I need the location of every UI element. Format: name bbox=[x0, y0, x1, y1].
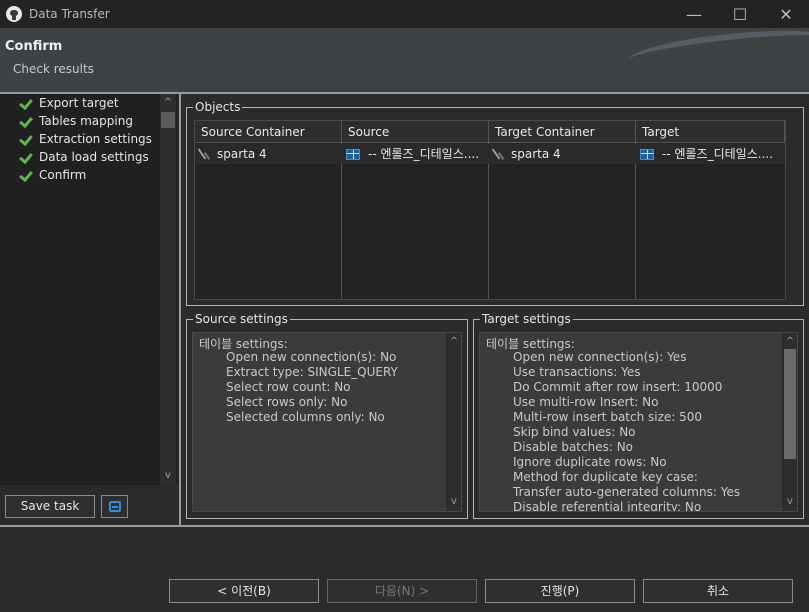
nav-item-label: Export target bbox=[39, 96, 119, 110]
source-settings-legend: Source settings bbox=[195, 312, 288, 326]
settings-line: Method for duplicate key case: bbox=[513, 470, 698, 484]
settings-line: Use multi-row Insert: No bbox=[513, 395, 659, 409]
settings-line: Do Commit after row insert: 10000 bbox=[513, 380, 723, 394]
cell-text: sparta 4 bbox=[217, 147, 267, 161]
column-header-target[interactable]: Target bbox=[636, 121, 785, 143]
nav-item-export-target[interactable]: Export target bbox=[20, 94, 119, 112]
check-icon bbox=[20, 96, 34, 110]
scroll-down-icon[interactable]: v bbox=[160, 469, 176, 483]
nav-item-confirm[interactable]: Confirm bbox=[20, 166, 86, 184]
cancel-button[interactable]: 취소 bbox=[643, 579, 793, 603]
scroll-up-icon[interactable]: ^ bbox=[160, 96, 176, 110]
wizard-header: Confirm Check results bbox=[0, 28, 809, 92]
settings-line: Disable referential integrity: No bbox=[513, 500, 702, 512]
column-header-target-container[interactable]: Target Container bbox=[489, 121, 636, 143]
settings-line: Open new connection(s): Yes bbox=[513, 350, 687, 364]
check-icon bbox=[20, 114, 34, 128]
nav-item-tables-mapping[interactable]: Tables mapping bbox=[20, 112, 133, 130]
next-button[interactable]: 다음(N) > bbox=[327, 579, 477, 603]
objects-table: Source Container Source Target Container… bbox=[194, 120, 786, 300]
source-settings-text[interactable]: 테이블 settings: Open new connection(s): No… bbox=[192, 332, 462, 512]
settings-line: Ignore duplicate rows: No bbox=[513, 455, 667, 469]
check-icon bbox=[20, 150, 34, 164]
app-logo-icon bbox=[6, 6, 22, 22]
target-settings-scrollbar[interactable]: ^ v bbox=[782, 333, 797, 511]
wizard-footer: < 이전(B) 다음(N) > 진행(P) 취소 bbox=[0, 525, 809, 612]
check-icon bbox=[20, 168, 34, 182]
settings-line: Skip bind values: No bbox=[513, 425, 636, 439]
footer-separator bbox=[0, 525, 809, 527]
nav-item-label: Data load settings bbox=[39, 150, 149, 164]
scroll-down-icon[interactable]: v bbox=[782, 495, 797, 509]
confirm-content: Objects Source Container Source Target C… bbox=[181, 94, 809, 525]
wizard-nav: Export target Tables mapping Extraction … bbox=[0, 94, 178, 485]
check-icon bbox=[20, 132, 34, 146]
table-icon bbox=[346, 148, 360, 160]
settings-line: Transfer auto-generated columns: Yes bbox=[513, 485, 741, 499]
scroll-up-icon[interactable]: ^ bbox=[782, 335, 797, 349]
table-header: Source Container Source Target Container… bbox=[195, 121, 785, 143]
settings-line: Multi-row insert batch size: 500 bbox=[513, 410, 703, 424]
column-header-source-container[interactable]: Source Container bbox=[195, 121, 342, 143]
objects-group: Objects Source Container Source Target C… bbox=[186, 100, 804, 306]
nav-item-label: Extraction settings bbox=[39, 132, 152, 146]
back-button[interactable]: < 이전(B) bbox=[169, 579, 319, 603]
objects-legend: Objects bbox=[195, 100, 241, 114]
table-icon bbox=[640, 148, 654, 160]
settings-line: Use transactions: Yes bbox=[513, 365, 641, 379]
close-button[interactable]: ✕ bbox=[763, 0, 809, 28]
scroll-thumb[interactable] bbox=[161, 112, 175, 128]
source-settings-scrollbar[interactable]: ^ v bbox=[446, 333, 461, 511]
nav-footer: Save task bbox=[0, 485, 178, 525]
settings-line: Select rows only: No bbox=[226, 395, 348, 409]
cell-target: -- 엔롤즈_디테일스.... bbox=[636, 144, 785, 164]
target-settings-legend: Target settings bbox=[482, 312, 571, 326]
scroll-up-icon[interactable]: ^ bbox=[446, 335, 461, 349]
page-title: Confirm bbox=[5, 39, 63, 54]
settings-line: Select row count: No bbox=[226, 380, 351, 394]
cell-text: -- 엔롤즈_디테일스.... bbox=[662, 147, 774, 161]
cell-text: -- 엔롤즈_디테일스.... bbox=[368, 147, 480, 161]
cell-target-container: sparta 4 bbox=[489, 144, 636, 164]
nav-item-data-load-settings[interactable]: Data load settings bbox=[20, 148, 149, 166]
header-decoration bbox=[627, 28, 809, 75]
settings-line: Disable batches: No bbox=[513, 440, 634, 454]
settings-line: Extract type: SINGLE_QUERY bbox=[226, 365, 398, 379]
proceed-button[interactable]: 진행(P) bbox=[485, 579, 635, 603]
nav-item-label: Tables mapping bbox=[39, 114, 133, 128]
settings-line: Open new connection(s): No bbox=[226, 350, 397, 364]
cell-source-container: sparta 4 bbox=[195, 144, 342, 164]
page-subtitle: Check results bbox=[13, 62, 94, 76]
target-settings-text[interactable]: 테이블 settings: Open new connection(s): Ye… bbox=[479, 332, 798, 512]
scroll-down-icon[interactable]: v bbox=[446, 495, 461, 509]
target-settings-group: Target settings 테이블 settings: Open new c… bbox=[473, 312, 804, 519]
nav-item-extraction-settings[interactable]: Extraction settings bbox=[20, 130, 152, 148]
cell-source: -- 엔롤즈_디테일스.... bbox=[342, 144, 489, 164]
save-task-button[interactable]: Save task bbox=[5, 495, 95, 518]
maximize-button[interactable]: ☐ bbox=[717, 0, 763, 28]
column-header-source[interactable]: Source bbox=[342, 121, 489, 143]
title-bar: Data Transfer — ☐ ✕ bbox=[0, 0, 809, 28]
minimize-button[interactable]: — bbox=[671, 0, 717, 28]
connection-icon bbox=[199, 148, 213, 160]
save-config-button[interactable] bbox=[101, 495, 128, 518]
scroll-thumb[interactable] bbox=[784, 349, 796, 459]
settings-line: Selected columns only: No bbox=[226, 410, 385, 424]
database-icon bbox=[109, 501, 121, 512]
window-title: Data Transfer bbox=[29, 7, 110, 21]
cell-text: sparta 4 bbox=[511, 147, 561, 161]
nav-item-label: Confirm bbox=[39, 168, 87, 182]
table-row[interactable]: sparta 4 -- 엔롤즈_디테일스.... sparta 4 -- 엔롤즈… bbox=[195, 144, 785, 164]
source-settings-group: Source settings 테이블 settings: Open new c… bbox=[186, 312, 468, 519]
connection-icon bbox=[493, 148, 507, 160]
nav-scrollbar[interactable]: ^ v bbox=[160, 94, 176, 485]
